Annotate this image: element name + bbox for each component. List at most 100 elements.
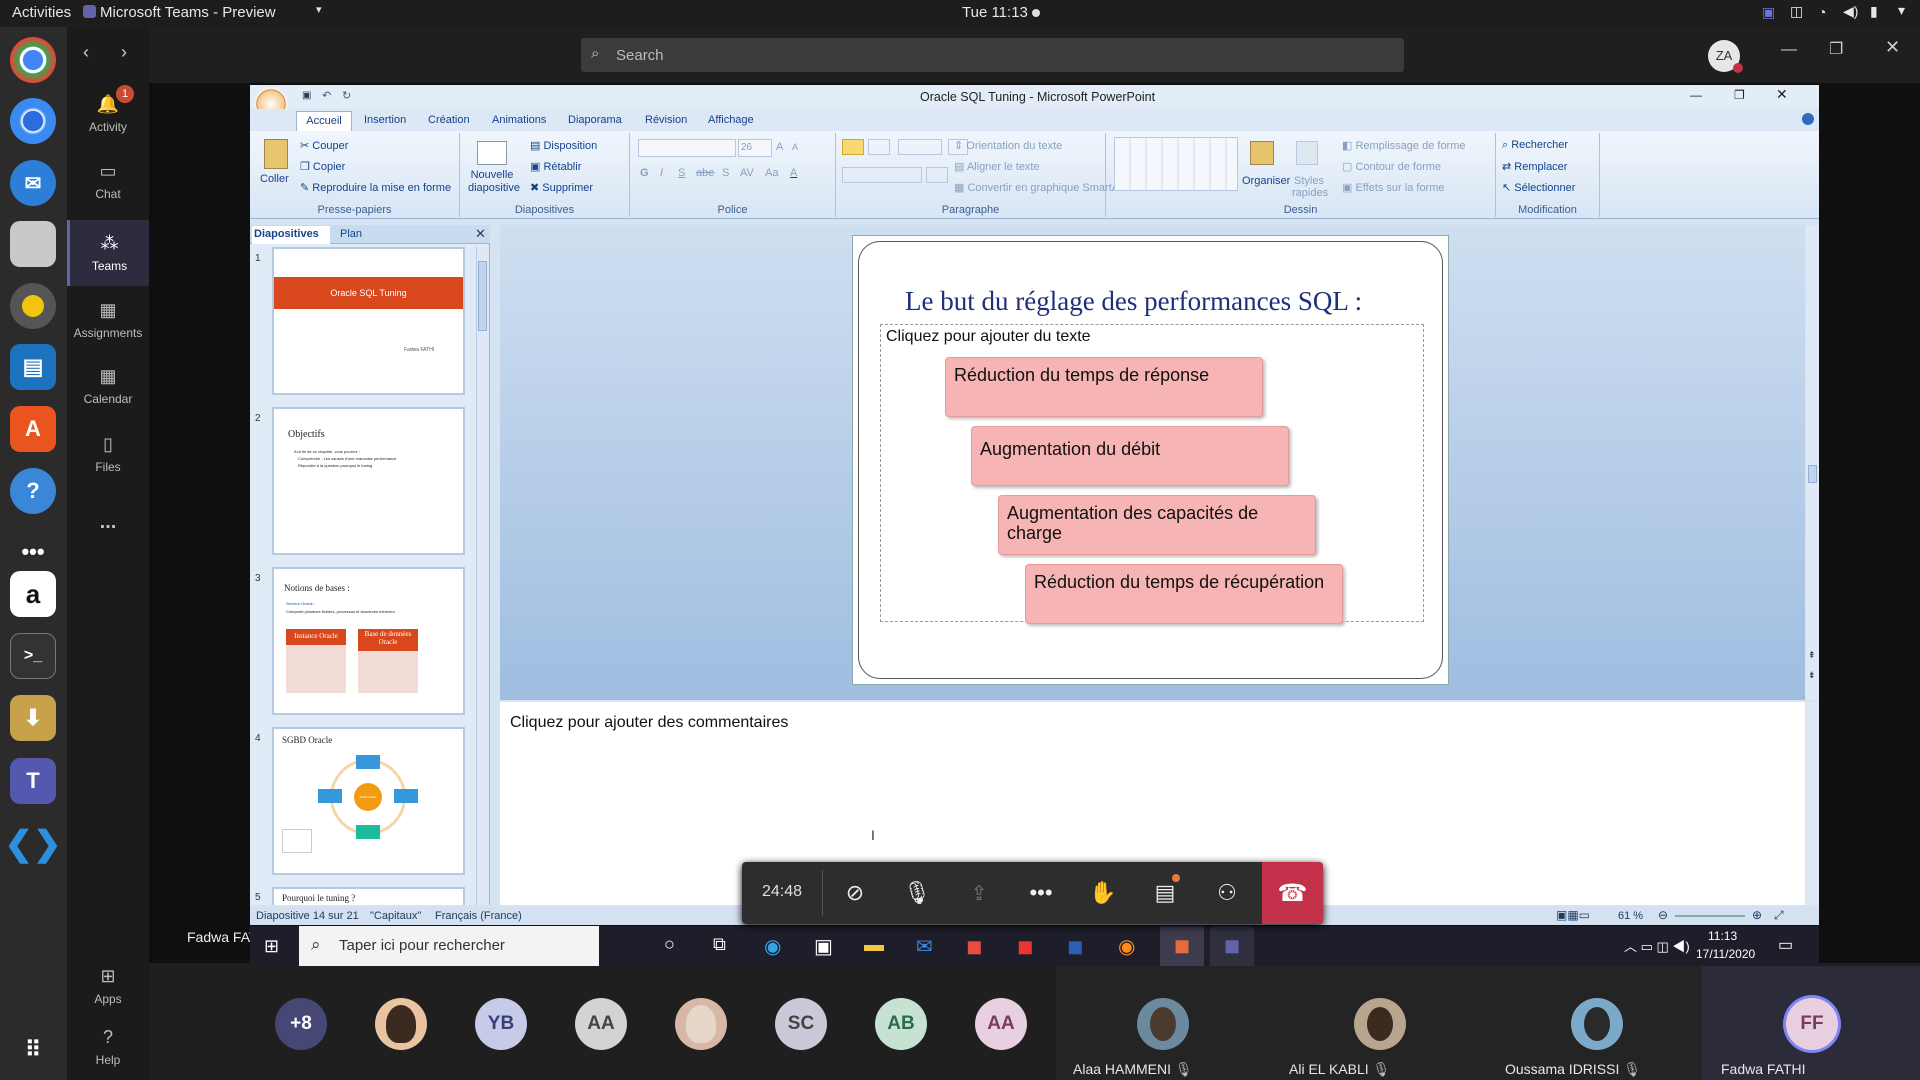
participant-avatar[interactable]: SC bbox=[775, 998, 827, 1050]
software-center-icon[interactable]: A bbox=[10, 406, 56, 452]
zoom-slider[interactable] bbox=[1675, 915, 1745, 917]
participant-photo-avatar[interactable] bbox=[375, 998, 427, 1050]
save-icon[interactable]: ▣ bbox=[302, 90, 311, 101]
participant-avatar[interactable]: AB bbox=[875, 998, 927, 1050]
undo-icon[interactable]: ↶ bbox=[322, 89, 331, 102]
tab-insertion[interactable]: Insertion bbox=[364, 114, 406, 126]
more-apps-icon[interactable]: ••• bbox=[10, 529, 56, 575]
smartart-step-2[interactable]: Augmentation du débit bbox=[971, 426, 1289, 486]
more-actions-button[interactable]: ••• bbox=[1010, 862, 1072, 924]
participant-avatar[interactable]: YB bbox=[475, 998, 527, 1050]
powerpoint-taskbar-icon[interactable]: ◼ bbox=[1160, 926, 1204, 966]
align-buttons-icon[interactable] bbox=[842, 167, 922, 183]
self-avatar[interactable]: FF bbox=[1786, 998, 1838, 1050]
bullets-icon[interactable] bbox=[842, 139, 864, 155]
smartart-step-3[interactable]: Augmentation des capacités de charge bbox=[998, 495, 1316, 555]
text-direction-button[interactable]: ⇕ Orientation du texte bbox=[954, 139, 1062, 152]
shape-outline-button[interactable]: ▢ Contour de forme bbox=[1342, 160, 1441, 173]
tab-creation[interactable]: Création bbox=[428, 114, 470, 126]
scrollbar-thumb[interactable] bbox=[1808, 465, 1817, 483]
participant-photo-avatar[interactable] bbox=[1571, 998, 1623, 1050]
rail-help[interactable]: ? Help bbox=[67, 1014, 149, 1080]
format-painter-button[interactable]: ✎ Reproduire la mise en forme bbox=[300, 181, 451, 194]
columns-icon[interactable] bbox=[926, 167, 948, 183]
windows-time[interactable]: 11:13 bbox=[1708, 929, 1737, 943]
slide-thumbnail-1[interactable]: Oracle SQL Tuning Fadwa FATHI bbox=[272, 247, 465, 395]
shape-effects-button[interactable]: ▣ Effets sur la forme bbox=[1342, 181, 1445, 194]
ppt-close-icon[interactable]: ✕ bbox=[1776, 86, 1788, 103]
action-center-icon[interactable]: ▭ bbox=[1778, 935, 1793, 955]
participant-avatar[interactable]: AA bbox=[575, 998, 627, 1050]
font-size-select[interactable]: 26 bbox=[738, 139, 772, 157]
raise-hand-button[interactable]: ✋ bbox=[1072, 862, 1134, 924]
shapes-gallery[interactable] bbox=[1114, 137, 1238, 191]
smartart-button[interactable]: ▦ Convertir en graphique SmartArt bbox=[954, 181, 1126, 194]
arrange-button[interactable]: Organiser bbox=[1242, 175, 1290, 187]
rail-activity[interactable]: 🔔 Activity 1 bbox=[67, 81, 149, 147]
power-menu-icon[interactable]: ▾ bbox=[1898, 2, 1905, 19]
change-case-button[interactable]: Aa bbox=[765, 167, 778, 179]
slide-thumbnail-3[interactable]: Notions de bases : Serveur Oracle : Comp… bbox=[272, 567, 465, 715]
participant-photo-avatar[interactable] bbox=[1137, 998, 1189, 1050]
font-color-button[interactable]: A bbox=[790, 167, 797, 179]
app-menu[interactable]: Microsoft Teams - Preview bbox=[100, 4, 276, 21]
prev-slide-icon[interactable]: ⇞ bbox=[1808, 650, 1816, 661]
hang-up-button[interactable]: ☎ bbox=[1262, 862, 1323, 924]
next-slide-icon[interactable]: ⇟ bbox=[1808, 670, 1816, 681]
edge-icon[interactable]: ◉ bbox=[764, 934, 781, 959]
smartart-step-4[interactable]: Réduction du temps de récupération bbox=[1025, 564, 1343, 624]
wifi-icon[interactable]: ◔ bbox=[1818, 4, 1826, 20]
task-view-icon[interactable]: ⧉ bbox=[713, 934, 726, 955]
camera-off-button[interactable]: ⊘ bbox=[824, 862, 886, 924]
slides-scrollbar[interactable] bbox=[476, 247, 488, 905]
rail-files[interactable]: ▯ Files bbox=[67, 421, 149, 487]
windows-start-icon[interactable]: ⊞ bbox=[264, 936, 279, 957]
chrome-icon[interactable] bbox=[10, 37, 56, 83]
slide-scrollbar[interactable]: ⇞ ⇟ bbox=[1806, 225, 1819, 700]
back-arrow-icon[interactable]: ‹ bbox=[83, 42, 89, 63]
zoom-in-icon[interactable]: ⊕ bbox=[1752, 908, 1762, 922]
current-slide[interactable]: Le but du réglage des performances SQL :… bbox=[852, 235, 1449, 685]
grow-font-button[interactable]: A bbox=[776, 141, 783, 153]
cortana-icon[interactable]: ○ bbox=[664, 934, 675, 955]
battery-icon[interactable]: ▮ bbox=[1870, 3, 1878, 20]
store-icon[interactable]: ▣ bbox=[814, 934, 833, 959]
forward-arrow-icon[interactable]: › bbox=[121, 42, 127, 63]
slide-thumbnail-4[interactable]: SGBD Oracle SGBDOracle bbox=[272, 727, 465, 875]
shrink-font-button[interactable]: A bbox=[792, 142, 798, 152]
network-icon[interactable]: ◫ bbox=[1790, 3, 1803, 20]
rhythmbox-icon[interactable] bbox=[10, 283, 56, 329]
rail-chat[interactable]: ▭ Chat bbox=[67, 148, 149, 214]
thunderbird-icon[interactable]: ✉ bbox=[10, 160, 56, 206]
teams-icon[interactable]: T bbox=[10, 758, 56, 804]
zoom-out-icon[interactable]: ⊖ bbox=[1658, 908, 1668, 922]
tab-slides[interactable]: Diapositives bbox=[252, 226, 330, 244]
participant-avatar[interactable]: AA bbox=[975, 998, 1027, 1050]
tab-diaporama[interactable]: Diaporama bbox=[568, 114, 622, 126]
tab-revision[interactable]: Révision bbox=[645, 114, 687, 126]
teams-taskbar-icon[interactable]: ◼ bbox=[1210, 926, 1254, 966]
tab-affichage[interactable]: Affichage bbox=[708, 114, 754, 126]
overflow-participants[interactable]: +8 bbox=[275, 998, 327, 1050]
help-icon[interactable] bbox=[1802, 113, 1814, 125]
word-icon[interactable]: ◼ bbox=[1067, 934, 1084, 959]
cut-button[interactable]: ✂ Couper bbox=[300, 139, 348, 152]
layout-button[interactable]: ▤ Disposition bbox=[530, 139, 597, 152]
status-language[interactable]: Français (France) bbox=[435, 910, 522, 922]
search-box[interactable]: ⌕ Search bbox=[581, 38, 1404, 72]
new-slide-button[interactable]: Nouvelle diapositive bbox=[468, 169, 520, 195]
windows-search-box[interactable]: ⌕ Taper ici pour rechercher bbox=[299, 926, 599, 966]
pane-close-icon[interactable]: ✕ bbox=[475, 226, 486, 242]
smartart-step-1[interactable]: Réduction du temps de réponse bbox=[945, 357, 1263, 417]
writer-icon[interactable]: ▤ bbox=[10, 344, 56, 390]
chat-button[interactable]: ▤ bbox=[1134, 862, 1196, 924]
paste-button[interactable]: Coller bbox=[260, 173, 289, 185]
shape-fill-button[interactable]: ◧ Remplissage de forme bbox=[1342, 139, 1466, 152]
participant-photo-avatar[interactable] bbox=[1354, 998, 1406, 1050]
help-icon[interactable]: ? bbox=[10, 468, 56, 514]
replace-button[interactable]: ⇄ Remplacer bbox=[1502, 160, 1567, 173]
firefox-icon[interactable]: ◉ bbox=[1118, 934, 1135, 959]
strikethrough-button[interactable]: abe bbox=[696, 167, 714, 179]
italic-button[interactable]: I bbox=[660, 167, 663, 179]
quick-styles-button[interactable]: Styles rapides bbox=[1292, 175, 1328, 199]
